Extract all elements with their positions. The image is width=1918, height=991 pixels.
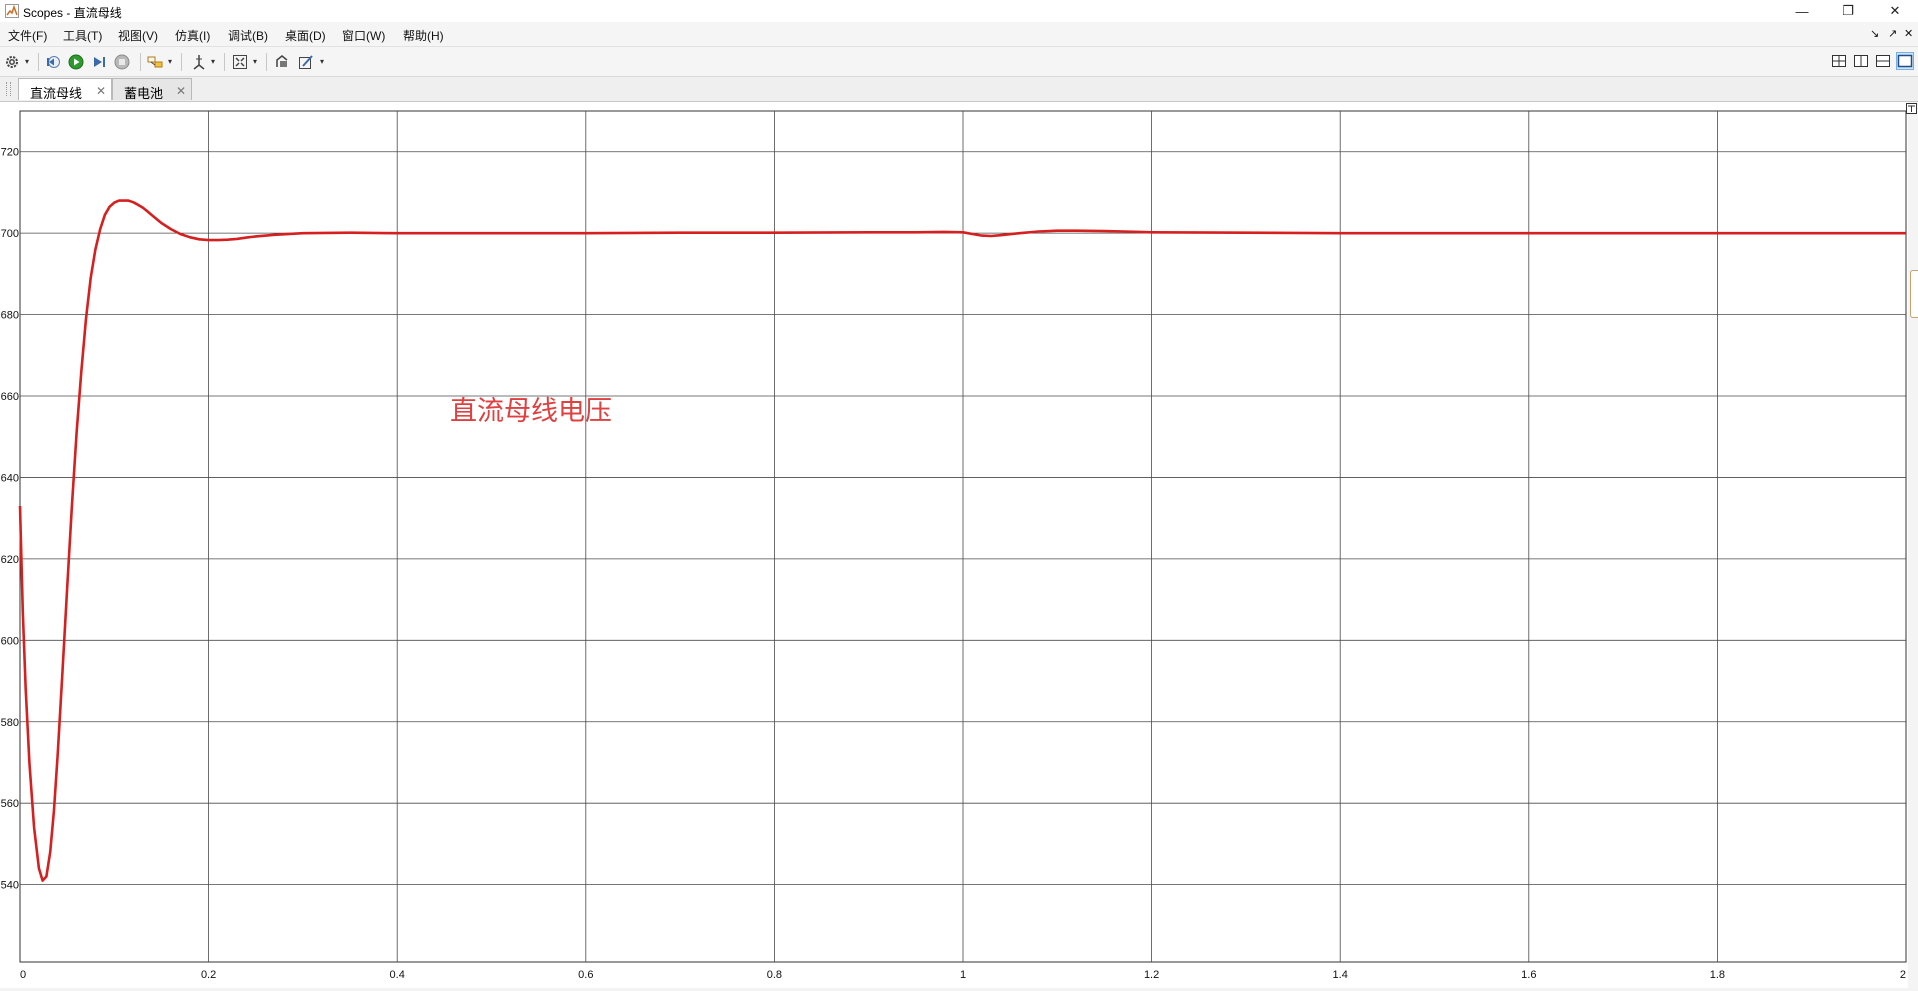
- toolbar-separator: [38, 53, 39, 71]
- maximize-button[interactable]: ❐: [1825, 0, 1871, 22]
- toolbar-separator: [266, 53, 267, 71]
- y-tick-label: 580: [1, 717, 19, 729]
- window-title: Scopes - 直流母线: [23, 6, 122, 20]
- x-tick-label: 0: [20, 969, 26, 981]
- trace-annotation: 直流母线电压: [450, 396, 612, 426]
- menu-file[interactable]: 文件(F): [8, 27, 47, 44]
- close-button[interactable]: ✕: [1872, 0, 1918, 22]
- scope-display: 0 0.2 0.4 0.6 0.8 1 1.2 1.4 1.6 1.8 2 540 560 580 600 6…: [0, 102, 1918, 988]
- cursor-measure-icon[interactable]: [190, 53, 208, 71]
- x-tick-label: 1.6: [1521, 969, 1536, 981]
- step-back-icon[interactable]: [44, 53, 62, 71]
- layout-single-icon[interactable]: [1896, 52, 1914, 70]
- x-tick-label: 1.8: [1710, 969, 1725, 981]
- y-tick-label: 600: [1, 635, 19, 647]
- settings-dropdown-icon[interactable]: ▾: [25, 58, 33, 66]
- x-tick-label: 1: [960, 969, 966, 981]
- x-tick-label: 0.4: [390, 969, 405, 981]
- tab-dc-bus[interactable]: 直流母线 ✕: [18, 78, 112, 101]
- menu-debug[interactable]: 调试(B): [228, 27, 268, 44]
- close-tab-icon[interactable]: ✕: [176, 84, 186, 98]
- matlab-app-icon: [5, 4, 19, 18]
- tab-bar-grip[interactable]: [6, 82, 11, 96]
- y-tick-label: 560: [1, 798, 19, 810]
- x-tick-label: 0.8: [767, 969, 782, 981]
- toolbar-separator: [140, 53, 141, 71]
- bring-to-front-icon[interactable]: [273, 53, 291, 71]
- panel-resize-handle[interactable]: [1910, 270, 1918, 318]
- menu-simulation[interactable]: 仿真(I): [175, 27, 210, 44]
- menu-tools[interactable]: 工具(T): [63, 27, 102, 44]
- tab-bar: 直流母线 ✕ 蓄电池 ✕: [0, 77, 1918, 102]
- step-forward-icon[interactable]: [90, 53, 108, 71]
- right-gutter: [1908, 102, 1918, 988]
- toolbar: ▾ ▾ ▾ ▾ ▾: [0, 47, 1918, 77]
- run-icon[interactable]: [67, 53, 85, 71]
- settings-icon[interactable]: [3, 53, 21, 71]
- layout-2x2-icon[interactable]: [1831, 53, 1847, 69]
- layout-columns-icon[interactable]: [1853, 53, 1869, 69]
- minimize-button[interactable]: —: [1779, 0, 1825, 22]
- x-tick-label: 1.4: [1333, 969, 1348, 981]
- menu-window[interactable]: 窗口(W): [342, 27, 385, 44]
- y-tick-label: 720: [1, 147, 19, 159]
- zoom-fit-icon[interactable]: [231, 53, 249, 71]
- tab-battery[interactable]: 蓄电池 ✕: [112, 78, 192, 101]
- undock-icon[interactable]: ↘: [1870, 27, 1879, 40]
- legend-toggle-icon[interactable]: [1906, 103, 1917, 114]
- y-tick-label: 680: [1, 310, 19, 322]
- y-tick-label: 700: [1, 228, 19, 240]
- layout-rows-icon[interactable]: [1875, 53, 1891, 69]
- style-edit-icon[interactable]: [297, 53, 315, 71]
- dock-icon[interactable]: ↗: [1888, 27, 1897, 40]
- toolbar-separator: [224, 53, 225, 71]
- close-tab-icon[interactable]: ✕: [96, 84, 106, 98]
- menu-desktop[interactable]: 桌面(D): [285, 27, 326, 44]
- window-titlebar: Scopes - 直流母线 — ❐ ✕: [0, 0, 1918, 22]
- y-tick-label: 640: [1, 472, 19, 484]
- zoom-dropdown-icon[interactable]: ▾: [253, 58, 261, 66]
- toolbar-separator: [181, 53, 182, 71]
- x-tick-label: 0.6: [578, 969, 593, 981]
- tab-label: 蓄电池: [124, 86, 164, 101]
- close-panel-icon[interactable]: ✕: [1904, 27, 1913, 40]
- y-tick-label: 660: [1, 391, 19, 403]
- style-dropdown-icon[interactable]: ▾: [320, 58, 328, 66]
- signal-highlight-icon[interactable]: [146, 53, 164, 71]
- x-tick-label: 1.2: [1144, 969, 1159, 981]
- menu-help[interactable]: 帮助(H): [403, 27, 444, 44]
- scope-plot[interactable]: 0 0.2 0.4 0.6 0.8 1 1.2 1.4 1.6 1.8 2 540 560 580 600 6…: [0, 102, 1918, 988]
- y-tick-label: 540: [1, 880, 19, 892]
- x-tick-label: 0.2: [201, 969, 216, 981]
- y-tick-label: 620: [1, 554, 19, 566]
- tab-label: 直流母线: [30, 86, 83, 101]
- stop-icon[interactable]: [113, 53, 131, 71]
- menu-bar: 文件(F) 工具(T) 视图(V) 仿真(I) 调试(B) 桌面(D) 窗口(W…: [0, 22, 1918, 47]
- cursor-dropdown-icon[interactable]: ▾: [211, 58, 219, 66]
- signal-dropdown-icon[interactable]: ▾: [168, 58, 176, 66]
- menu-view[interactable]: 视图(V): [118, 27, 158, 44]
- x-tick-label: 2: [1900, 969, 1906, 981]
